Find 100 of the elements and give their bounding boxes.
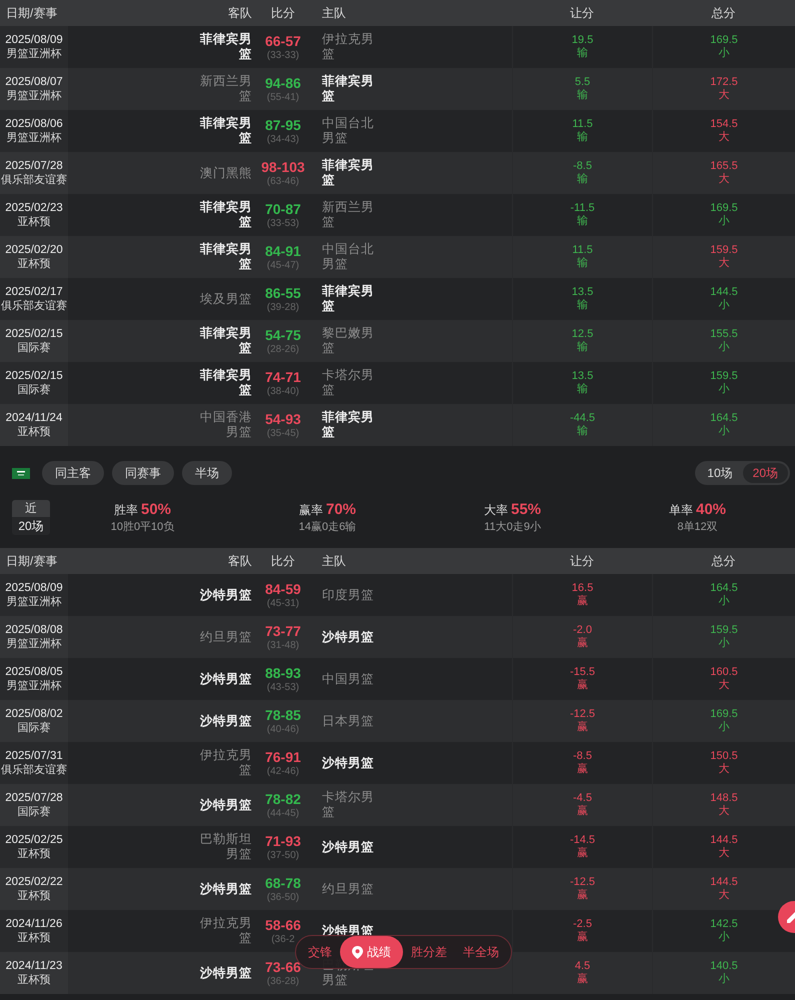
handicap-line: -2.0 (573, 624, 592, 637)
total-line: 155.5 (710, 328, 738, 341)
away-team: 伊拉克男篮 (199, 748, 252, 778)
handicap-outcome: 赢 (577, 637, 588, 650)
handicap-line: -8.5 (573, 750, 592, 763)
home-team: 伊拉克男篮 (322, 32, 375, 62)
away-team: 埃及男篮 (199, 292, 252, 306)
final-score: 58-66 (265, 916, 301, 934)
handicap-outcome: 赢 (577, 763, 588, 776)
home-team: 中国男篮 (322, 672, 375, 686)
match-date: 2025/02/15 (5, 370, 63, 382)
total-outcome: 小 (718, 595, 730, 608)
total-line: 159.5 (710, 370, 738, 383)
competition-name: 国际赛 (18, 720, 50, 734)
column-header: 日期/赛事 (5, 552, 58, 570)
total-line: 159.5 (710, 244, 738, 257)
final-score: 78-85 (265, 706, 301, 724)
home-team: 印度男篮 (322, 588, 375, 602)
match-date: 2025/07/28 (5, 792, 63, 804)
column-header: 主队 (321, 552, 347, 570)
away-team: 沙特男篮 (199, 714, 252, 728)
match-date: 2025/02/25 (5, 834, 63, 846)
handicap-line: 11.5 (572, 244, 593, 257)
away-team: 菲律宾男篮 (199, 326, 252, 356)
handicap-line: 13.5 (572, 286, 594, 299)
final-score: 73-77 (265, 622, 301, 640)
total-outcome: 小 (718, 637, 730, 650)
stat-value: 70% (326, 501, 356, 518)
handicap-line: -8.5 (573, 160, 592, 173)
handicap-outcome: 赢 (577, 931, 588, 944)
total-line: 142.5 (710, 918, 738, 931)
total-outcome: 小 (718, 47, 730, 60)
final-score: 86-55 (265, 284, 301, 302)
total-outcome: 小 (718, 341, 730, 354)
competition-name: 国际赛 (18, 340, 50, 354)
away-team: 新西兰男篮 (199, 74, 252, 104)
flag-icon (12, 468, 30, 478)
handicap-line: -4.5 (573, 792, 592, 805)
away-team: 沙特男篮 (199, 882, 252, 896)
stat-detail: 8单12双 (677, 520, 718, 534)
home-team: 沙特男篮 (322, 630, 375, 644)
competition-name: 国际赛 (18, 382, 50, 396)
handicap-line: -2.5 (573, 918, 592, 931)
competition-name: 男篮亚洲杯 (6, 130, 62, 144)
total-line: 148.5 (710, 792, 738, 805)
home-team: 菲律宾男篮 (322, 410, 375, 440)
away-team: 菲律宾男篮 (199, 368, 252, 398)
stat-value: 55% (510, 501, 542, 518)
total-outcome: 大 (718, 889, 730, 902)
handicap-outcome: 输 (577, 341, 588, 354)
final-score: 84-91 (265, 242, 301, 260)
total-outcome: 大 (718, 805, 730, 818)
half-time-score: (37-50) (266, 850, 300, 862)
range-tab[interactable]: 20场 (742, 463, 788, 483)
final-score: 94-86 (265, 74, 301, 92)
match-date: 2025/08/09 (5, 34, 63, 46)
match-date: 2025/02/20 (5, 244, 63, 256)
stat-label: 大率 (484, 502, 508, 519)
filter-chip[interactable]: 半场 (182, 461, 232, 485)
handicap-line: 4.5 (574, 960, 590, 973)
total-outcome: 大 (718, 847, 730, 860)
half-time-score: (36-50) (266, 892, 300, 904)
final-score: 73-66 (265, 958, 301, 976)
handicap-outcome: 输 (577, 89, 588, 102)
handicap-outcome: 输 (577, 173, 588, 186)
location-pin-icon (352, 946, 363, 958)
handicap-outcome: 赢 (577, 805, 588, 818)
total-line: 164.5 (710, 582, 738, 595)
nav-tab[interactable]: 胜分差 (403, 936, 455, 968)
total-outcome: 小 (718, 931, 730, 944)
total-line: 144.5 (710, 286, 738, 299)
filter-chip[interactable]: 同赛事 (112, 461, 174, 485)
total-line: 169.5 (710, 708, 738, 721)
competition-name: 亚杯预 (18, 930, 50, 944)
competition-name: 男篮亚洲杯 (6, 678, 62, 692)
competition-name: 亚杯预 (18, 972, 50, 986)
handicap-outcome: 输 (577, 383, 588, 396)
competition-name: 亚杯预 (18, 256, 50, 270)
column-header: 让分 (569, 4, 595, 22)
handicap-outcome: 赢 (577, 595, 588, 608)
total-line: 160.5 (710, 666, 738, 679)
home-team: 菲律宾男篮 (322, 284, 375, 314)
match-date: 2025/02/15 (5, 328, 63, 340)
half-time-score: (35-45) (266, 428, 300, 440)
nav-tab[interactable]: 战绩 (340, 936, 403, 968)
away-team: 伊拉克男篮 (199, 916, 252, 946)
range-tab[interactable]: 10场 (697, 463, 743, 483)
total-line: 150.5 (710, 750, 738, 763)
total-outcome: 小 (718, 973, 730, 986)
competition-name: 亚杯预 (18, 846, 50, 860)
nav-tab[interactable]: 半全场 (455, 936, 507, 968)
away-team: 菲律宾男篮 (199, 32, 252, 62)
half-time-score: (42-46) (266, 766, 300, 778)
recent-count-box[interactable]: 近 20场 (12, 500, 50, 535)
final-score: 98-103 (261, 158, 305, 176)
half-time-score: (44-45) (266, 808, 300, 820)
final-score: 54-93 (265, 410, 301, 428)
half-time-score: (36-28) (266, 976, 300, 988)
final-score: 87-95 (265, 116, 301, 134)
filter-chip[interactable]: 同主客 (42, 461, 104, 485)
